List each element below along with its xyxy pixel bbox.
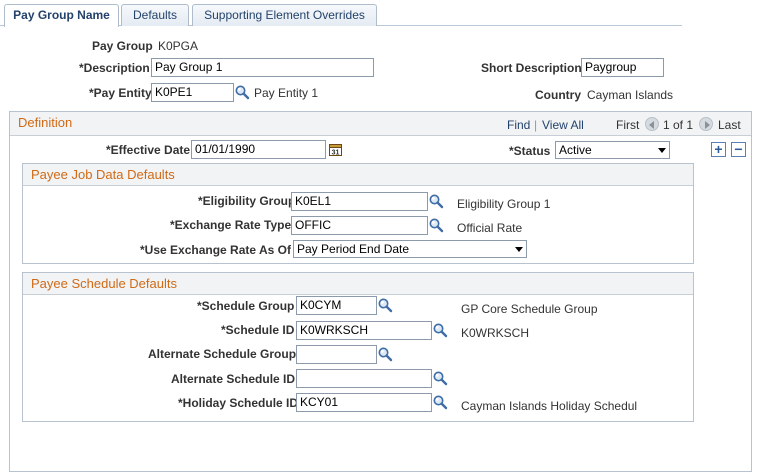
use-exchange-rate-select[interactable]: Pay Period End Date	[293, 240, 527, 258]
lookup-icon[interactable]	[432, 394, 448, 410]
delete-row-icon[interactable]: −	[731, 142, 746, 157]
add-row-icon[interactable]: +	[711, 142, 726, 157]
description-label: *Description	[79, 61, 150, 75]
effective-date-field[interactable]: 01/01/1990	[191, 140, 326, 159]
payee-schedule-title: Payee Schedule Defaults	[31, 276, 177, 291]
payee-schedule-header: Payee Schedule Defaults	[23, 273, 693, 295]
alternate-schedule-group-field[interactable]	[296, 345, 377, 364]
holiday-schedule-id-field[interactable]: KCY01	[296, 393, 432, 412]
row-count: 1 of 1	[663, 118, 694, 132]
tab-supporting-element-overrides[interactable]: Supporting Element Overrides	[192, 4, 377, 26]
country-label: Country	[535, 88, 581, 102]
calendar-icon[interactable]: 31	[329, 143, 342, 156]
status-value: Active	[559, 143, 592, 157]
short-description-field[interactable]: Paygroup	[581, 58, 664, 77]
nav-separator: |	[534, 118, 538, 132]
holiday-schedule-id-label: *Holiday Schedule ID	[178, 396, 299, 410]
previous-icon[interactable]	[645, 117, 659, 131]
pay-group-value: K0PGA	[158, 39, 199, 53]
dropdown-arrow-icon	[658, 148, 666, 153]
exchange-rate-type-label: *Exchange Rate Type	[170, 218, 292, 232]
definition-header: Definition	[10, 112, 751, 136]
effective-date-label: *Effective Date	[106, 143, 191, 157]
schedule-id-label: *Schedule ID	[221, 323, 295, 337]
exchange-rate-type-field[interactable]: OFFIC	[291, 216, 428, 235]
schedule-id-description: K0WRKSCH	[461, 326, 530, 340]
country-value: Cayman Islands	[587, 88, 674, 102]
exchange-rate-type-description: Official Rate	[457, 221, 523, 235]
pay-entity-description: Pay Entity 1	[254, 86, 319, 100]
tab-bar: Pay Group Name Defaults Supporting Eleme…	[0, 0, 757, 27]
definition-title: Definition	[18, 115, 73, 130]
short-description-label: Short Description	[481, 61, 582, 75]
payee-job-data-header: Payee Job Data Defaults	[23, 164, 693, 186]
pay-entity-field[interactable]: K0PE1	[151, 83, 234, 102]
description-field[interactable]: Pay Group 1	[151, 58, 374, 77]
schedule-id-field[interactable]: K0WRKSCH	[296, 321, 432, 340]
lookup-icon[interactable]	[432, 370, 448, 386]
lookup-icon[interactable]	[428, 217, 444, 233]
tab-defaults[interactable]: Defaults	[121, 4, 189, 26]
first-label: First	[616, 118, 640, 132]
eligibility-group-field[interactable]: K0EL1	[291, 192, 428, 211]
last-label: Last	[718, 118, 741, 132]
pay-entity-label: *Pay Entity	[89, 86, 152, 100]
pay-group-label: Pay Group	[92, 39, 153, 53]
tab-pay-group-name[interactable]: Pay Group Name	[4, 4, 119, 27]
eligibility-group-description: Eligibility Group 1	[457, 197, 551, 211]
lookup-icon[interactable]	[432, 322, 448, 338]
lookup-icon[interactable]	[377, 346, 393, 362]
status-select[interactable]: Active	[555, 141, 670, 159]
use-exchange-rate-label: *Use Exchange Rate As Of	[140, 243, 291, 257]
alternate-schedule-group-label: Alternate Schedule Group	[148, 347, 297, 361]
payee-job-data-title: Payee Job Data Defaults	[31, 167, 175, 182]
lookup-icon[interactable]	[234, 84, 250, 100]
eligibility-group-label: *Eligibility Group	[198, 194, 296, 208]
svg-text:31: 31	[332, 150, 340, 157]
lookup-icon[interactable]	[377, 297, 393, 313]
view-all-link[interactable]: View All	[542, 118, 584, 132]
schedule-group-label: *Schedule Group	[197, 299, 295, 313]
schedule-group-description: GP Core Schedule Group	[461, 302, 598, 316]
dropdown-arrow-icon	[515, 247, 523, 252]
status-label: *Status	[509, 144, 551, 158]
holiday-schedule-id-description: Cayman Islands Holiday Schedul	[461, 399, 638, 413]
use-exchange-rate-value: Pay Period End Date	[297, 242, 410, 256]
next-icon[interactable]	[699, 117, 713, 131]
alternate-schedule-id-field[interactable]	[296, 369, 432, 388]
schedule-group-field[interactable]: K0CYM	[296, 296, 377, 315]
alternate-schedule-id-label: Alternate Schedule ID	[171, 372, 296, 386]
lookup-icon[interactable]	[428, 193, 444, 209]
find-link[interactable]: Find	[507, 118, 530, 132]
